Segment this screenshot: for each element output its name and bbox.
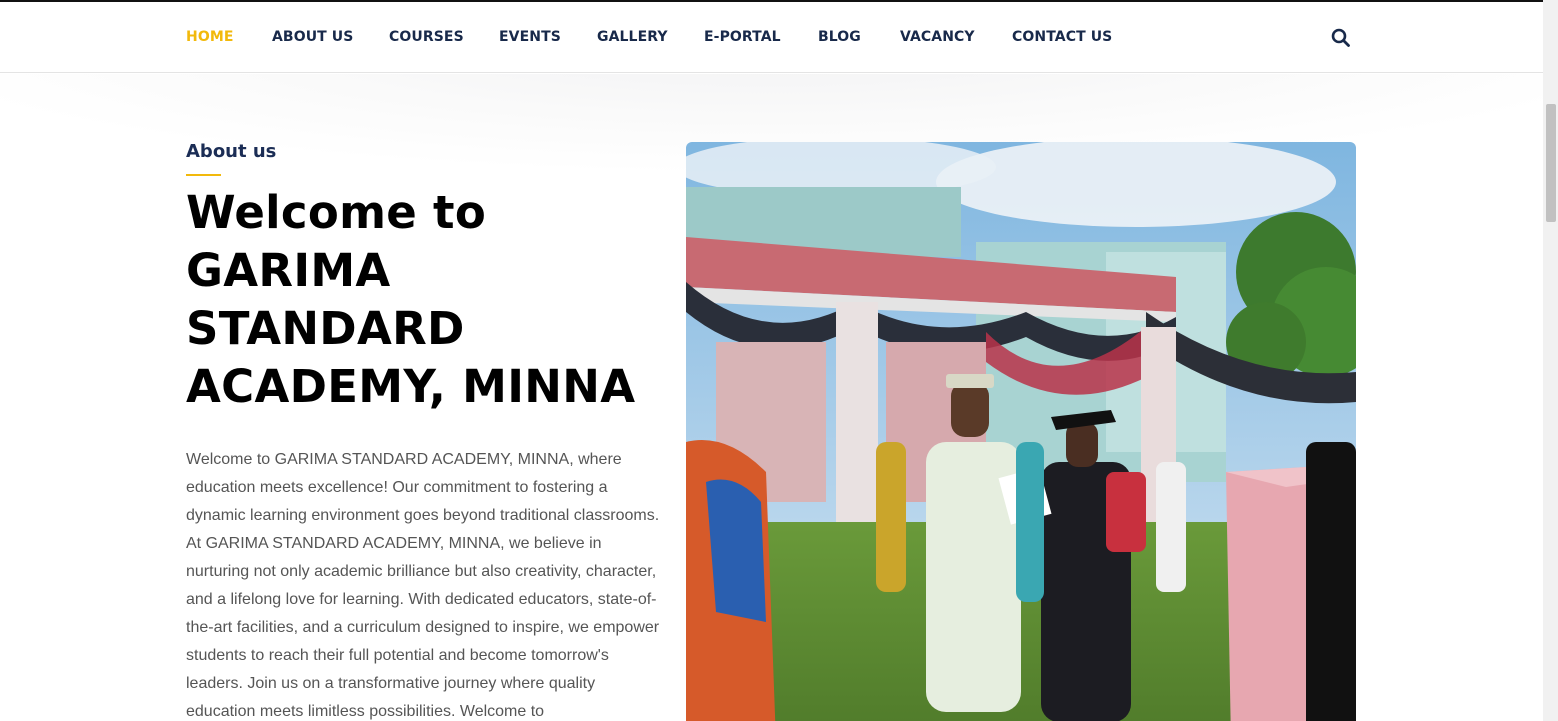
headline-line: GARIMA: [186, 244, 391, 297]
nav-item-events[interactable]: EVENTS: [499, 29, 561, 45]
intro-paragraph: Welcome to GARIMA STANDARD ACADEMY, MINN…: [186, 451, 660, 720]
search-button[interactable]: [1331, 28, 1351, 48]
nav-item-courses[interactable]: COURSES: [389, 29, 464, 45]
nav-item-home[interactable]: HOME: [186, 29, 234, 45]
nav-item-about-us[interactable]: ABOUT US: [272, 29, 353, 45]
headline-line: Welcome to: [186, 186, 487, 239]
nav-item-vacancy[interactable]: VACANCY: [900, 29, 975, 45]
headline-line: ACADEMY, MINNA: [186, 360, 636, 413]
nav-item-e-portal[interactable]: E-PORTAL: [704, 29, 781, 45]
search-icon: [1331, 28, 1350, 47]
welcome-headline: Welcome to GARIMA STANDARD ACADEMY, MINN…: [186, 184, 666, 416]
nav-item-contact-us[interactable]: CONTACT US: [1012, 29, 1112, 45]
scrollbar-thumb[interactable]: [1546, 104, 1556, 222]
nav-item-gallery[interactable]: GALLERY: [597, 29, 668, 45]
nav-item-blog[interactable]: BLOG: [818, 29, 861, 45]
section-eyebrow: About us: [186, 141, 277, 162]
graduation-photo-image: [686, 142, 1356, 721]
graduation-photo: [686, 142, 1356, 721]
about-section: About us Welcome to GARIMA STANDARD ACAD…: [0, 74, 1543, 721]
main-navbar: HOME ABOUT US COURSES EVENTS GALLERY E-P…: [0, 2, 1543, 73]
eyebrow-underline: [186, 174, 221, 176]
headline-line: STANDARD: [186, 302, 465, 355]
